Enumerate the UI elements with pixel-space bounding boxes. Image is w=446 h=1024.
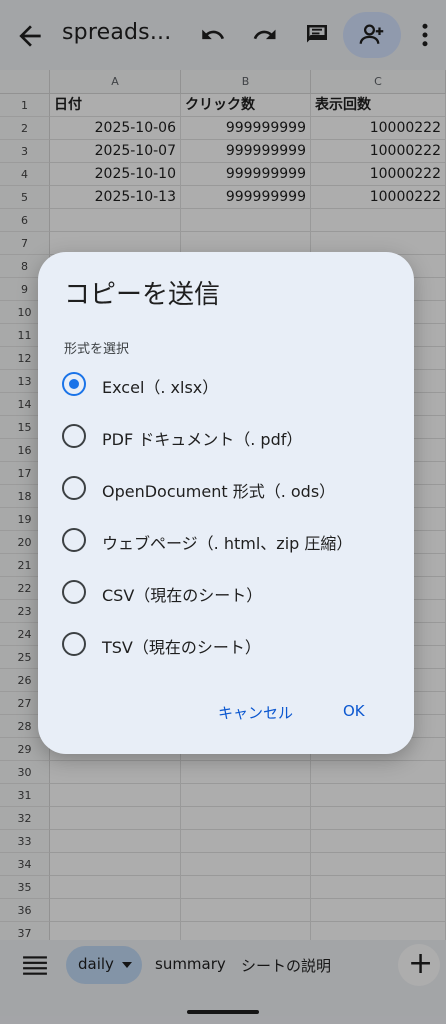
ok-button[interactable]: OK xyxy=(343,702,365,720)
radio-unselected-icon[interactable] xyxy=(62,528,86,552)
radio-unselected-icon[interactable] xyxy=(62,476,86,500)
format-option[interactable]: Excel（. xlsx） xyxy=(62,364,402,404)
format-option[interactable]: TSV（現在のシート） xyxy=(62,624,402,664)
radio-selected-icon[interactable] xyxy=(62,372,86,396)
cancel-button[interactable]: キャンセル xyxy=(218,702,293,723)
dialog-title: コピーを送信 xyxy=(64,280,221,310)
format-option[interactable]: OpenDocument 形式（. ods） xyxy=(62,468,402,508)
format-option[interactable]: PDF ドキュメント（. pdf） xyxy=(62,416,402,456)
format-option-label: CSV（現在のシート） xyxy=(102,586,263,605)
format-option[interactable]: CSV（現在のシート） xyxy=(62,572,402,612)
send-copy-dialog: コピーを送信 形式を選択 Excel（. xlsx） PDF ドキュメント（. p… xyxy=(38,252,414,754)
dialog-subtitle: 形式を選択 xyxy=(64,342,130,357)
radio-unselected-icon[interactable] xyxy=(62,632,86,656)
radio-unselected-icon[interactable] xyxy=(62,424,86,448)
radio-unselected-icon[interactable] xyxy=(62,580,86,604)
format-option-label: ウェブページ（. html、zip 圧縮） xyxy=(102,534,353,553)
format-option-label: OpenDocument 形式（. ods） xyxy=(102,482,336,501)
format-option-label: Excel（. xlsx） xyxy=(102,378,219,397)
format-option-label: TSV（現在のシート） xyxy=(102,638,261,657)
format-option-label: PDF ドキュメント（. pdf） xyxy=(102,430,303,449)
format-option[interactable]: ウェブページ（. html、zip 圧縮） xyxy=(62,520,402,560)
